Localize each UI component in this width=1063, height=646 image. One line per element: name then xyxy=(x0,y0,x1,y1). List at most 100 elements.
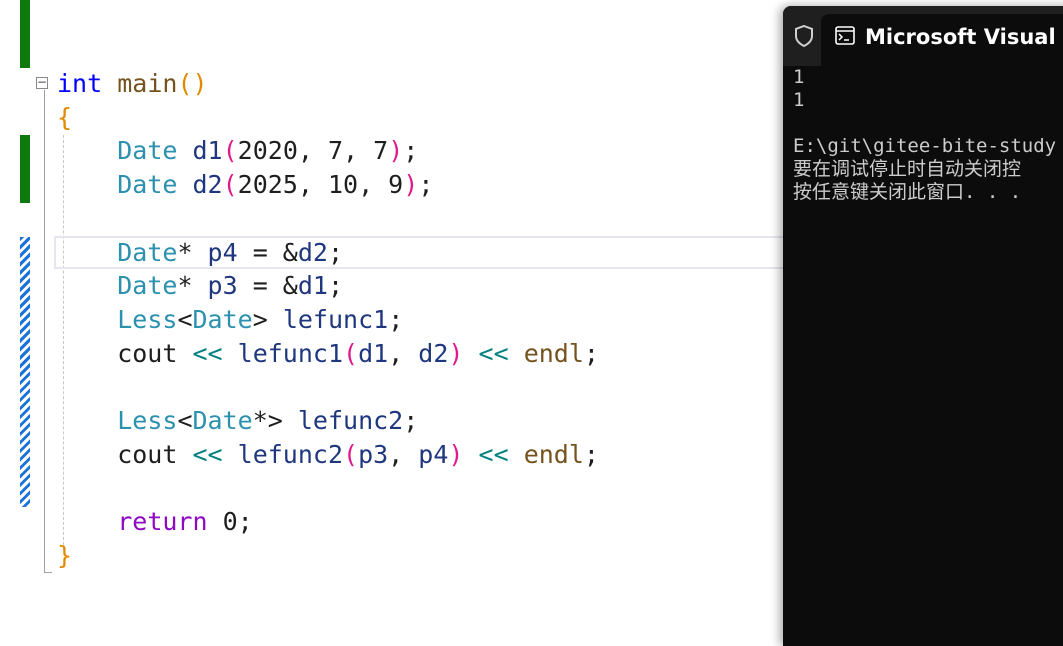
code-token: ) xyxy=(448,439,464,469)
code-token: 2025, 10, 9 xyxy=(237,170,404,200)
code-token: Date xyxy=(117,170,178,200)
code-token: ; xyxy=(583,439,599,469)
code-token: * xyxy=(177,237,208,267)
code-token: << xyxy=(192,338,223,368)
code-token: ; xyxy=(403,136,419,166)
code-token: return xyxy=(117,507,208,537)
tab-debug-console[interactable]: Microsoft Visual Studio Debug Console xyxy=(821,14,1063,66)
code-token: < xyxy=(177,406,193,435)
code-token: { xyxy=(57,102,73,132)
code-line[interactable]: cout << lefunc1(d1, d2) << endl; xyxy=(57,337,599,371)
code-token: lefunc2 xyxy=(297,406,404,435)
code-token: endl xyxy=(523,338,584,368)
shield-icon xyxy=(795,24,813,48)
code-token: } xyxy=(57,540,73,570)
code-line[interactable]: int main() xyxy=(57,67,208,101)
code-line[interactable]: Date d2(2025, 10, 9); xyxy=(57,168,433,202)
code-token: int xyxy=(57,69,103,98)
code-token: d1 xyxy=(297,271,328,301)
code-token: ; xyxy=(327,271,344,301)
code-token: = & xyxy=(237,237,298,267)
code-token: 2020, 7, 7 xyxy=(237,136,389,166)
code-token: > xyxy=(252,304,283,334)
console-output-line: 1 xyxy=(793,66,805,88)
code-token: Less xyxy=(117,406,178,435)
code-token: , xyxy=(388,338,419,368)
code-token: ; xyxy=(583,338,599,368)
code-token: cout xyxy=(57,338,193,368)
console-output-line: 1 xyxy=(793,89,805,111)
collapse-icon[interactable]: − xyxy=(36,76,48,89)
code-token: ( xyxy=(222,170,238,200)
code-token: ( xyxy=(343,338,359,368)
console-output[interactable]: 1 1 E:\git\gitee-bite-study 要在调试停止时自动关闭控 按任意… xyxy=(793,66,1063,204)
code-token: < xyxy=(177,304,193,334)
code-token: Date xyxy=(192,304,253,334)
code-token: * xyxy=(177,271,208,301)
code-token: Date xyxy=(117,136,178,166)
code-token: Date xyxy=(117,237,178,267)
code-token: d1 xyxy=(192,136,223,166)
code-token: lefunc1 xyxy=(237,338,343,368)
code-token: ; xyxy=(327,237,344,267)
gutter-change-marker xyxy=(20,0,30,68)
debug-console-window[interactable]: Microsoft Visual Studio Debug Console 11… xyxy=(783,6,1063,646)
tab-title: Microsoft Visual Studio Debug Console xyxy=(865,25,1063,49)
code-line[interactable]: { xyxy=(57,101,72,135)
code-token: cout xyxy=(57,439,193,469)
console-output-line: E:\git\gitee-bite-study xyxy=(793,135,1057,157)
console-output-line: 要在调试停止时自动关闭控 xyxy=(793,158,1022,180)
code-token: = & xyxy=(237,271,298,301)
code-token: ) xyxy=(388,136,404,166)
code-line[interactable]: return 0; xyxy=(57,505,253,539)
code-token: () xyxy=(177,69,208,98)
code-line[interactable]: Date d1(2020, 7, 7); xyxy=(57,134,418,168)
code-line[interactable]: cout << lefunc2(p3, p4) << endl; xyxy=(57,438,599,472)
code-token: d2 xyxy=(418,338,449,368)
code-token: d2 xyxy=(192,170,223,200)
code-token: endl xyxy=(523,439,584,469)
code-token: Date xyxy=(192,406,253,435)
gutter-unsaved-marker xyxy=(20,237,30,507)
code-line[interactable]: Less<Date> lefunc1; xyxy=(57,303,403,337)
code-token: << xyxy=(478,338,509,368)
code-token: ( xyxy=(343,439,359,469)
code-token: p3 xyxy=(358,439,389,469)
code-token: Date xyxy=(117,271,178,301)
code-token: ; xyxy=(388,304,404,334)
gutter-change-marker xyxy=(20,135,30,203)
code-line[interactable]: } xyxy=(57,539,72,573)
title-bar[interactable]: Microsoft Visual Studio Debug Console xyxy=(783,6,1063,66)
code-token: d1 xyxy=(358,338,389,368)
cmd-icon xyxy=(835,26,855,45)
code-token: Less xyxy=(117,304,178,334)
code-token: d2 xyxy=(297,237,328,267)
code-token: lefunc1 xyxy=(282,304,389,334)
code-token: , xyxy=(388,439,419,469)
code-token: p3 xyxy=(207,271,238,301)
fold-region-line xyxy=(44,90,45,573)
code-token: ) xyxy=(403,170,419,200)
code-token: << xyxy=(192,439,223,469)
code-token: lefunc2 xyxy=(237,439,343,469)
code-line[interactable]: Date* p4 = &d2; xyxy=(57,236,343,270)
code-line[interactable]: Less<Date*> lefunc2; xyxy=(57,404,418,438)
console-output-line: 按任意键关闭此窗口. . . xyxy=(793,181,1022,203)
code-token: main xyxy=(117,69,178,98)
fold-region-end xyxy=(44,572,52,573)
code-line[interactable]: Date* p3 = &d1; xyxy=(57,269,343,303)
code-token: 0; xyxy=(207,507,253,537)
